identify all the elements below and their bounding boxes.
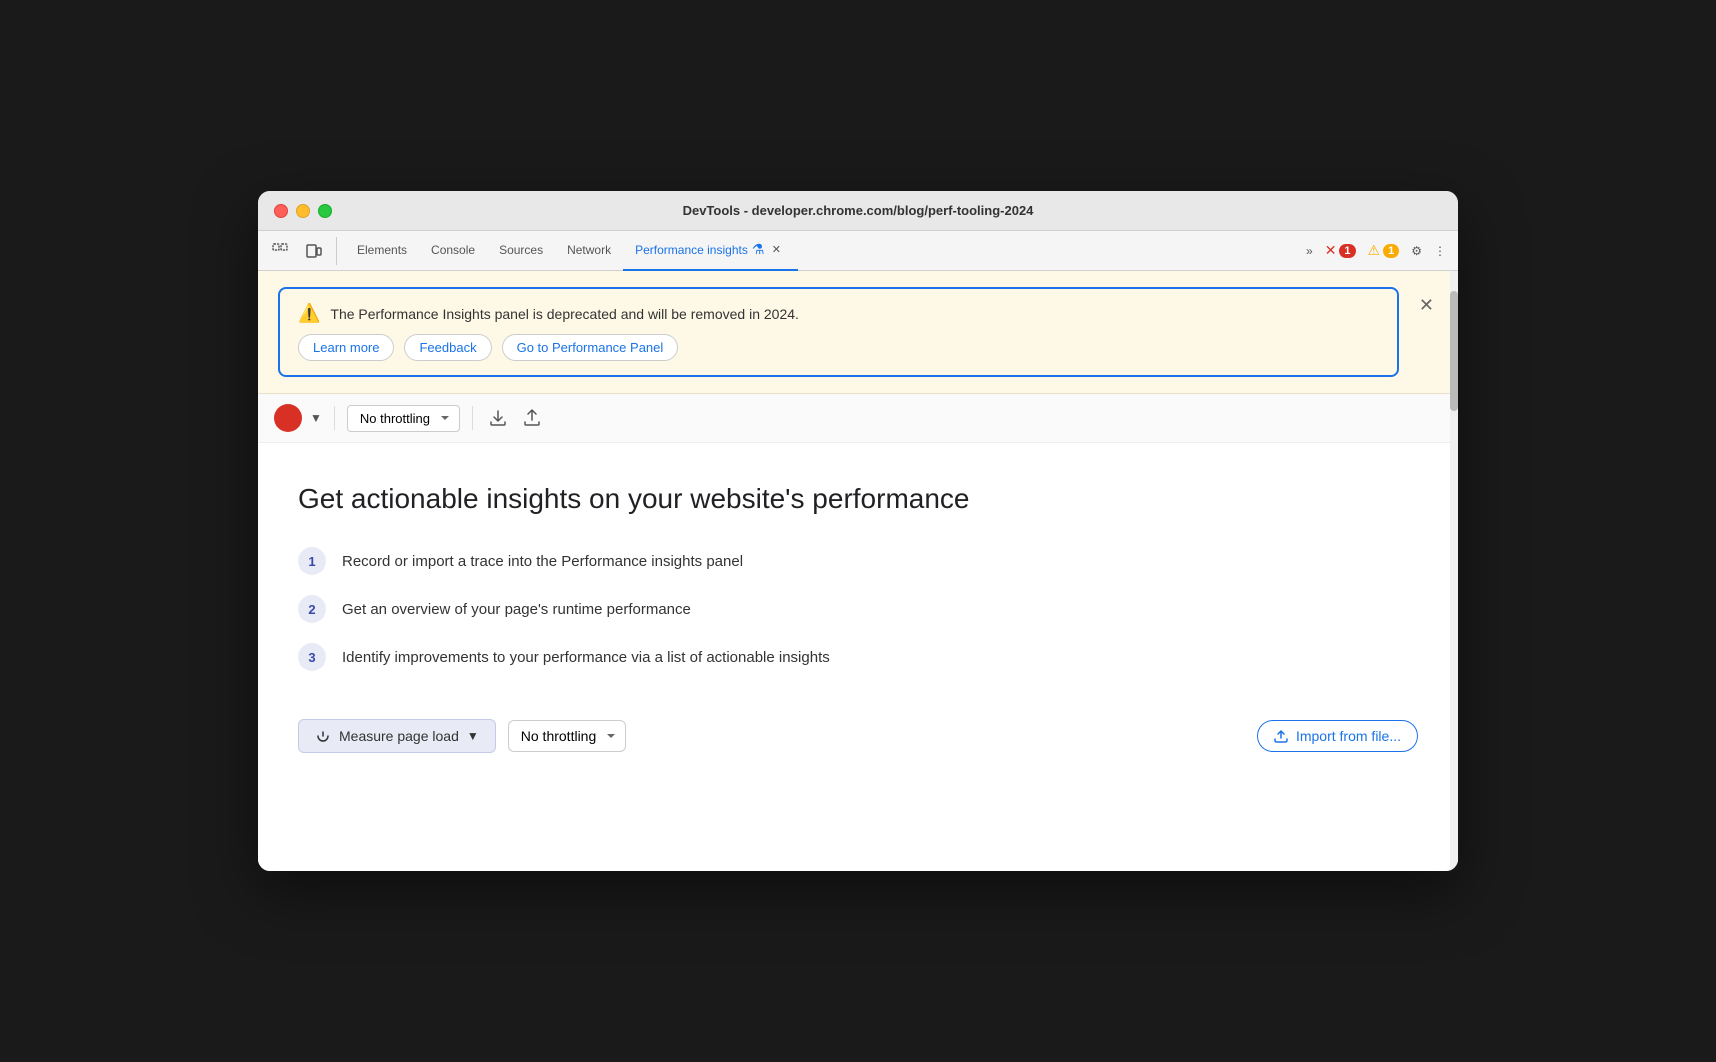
window-title: DevTools - developer.chrome.com/blog/per… xyxy=(683,203,1034,218)
close-tab-icon[interactable]: ✕ xyxy=(766,240,786,260)
devtools-window: DevTools - developer.chrome.com/blog/per… xyxy=(258,191,1458,871)
tab-network[interactable]: Network xyxy=(555,231,623,271)
measure-page-load-button[interactable]: Measure page load ▼ xyxy=(298,719,496,753)
main-content: Get actionable insights on your website'… xyxy=(258,443,1458,871)
more-options-icon[interactable]: ⋮ xyxy=(1430,237,1450,265)
devtools-content: ⚠️ The Performance Insights panel is dep… xyxy=(258,271,1458,871)
import-from-file-button[interactable]: Import from file... xyxy=(1257,720,1418,752)
traffic-lights xyxy=(274,204,332,218)
step-text-2: Get an overview of your page's runtime p… xyxy=(342,601,691,618)
main-heading: Get actionable insights on your website'… xyxy=(298,483,1418,515)
banner-close-button[interactable]: ✕ xyxy=(1415,291,1438,320)
toolbar-divider-2 xyxy=(472,406,473,430)
warning-badge-button[interactable]: ⚠ 1 xyxy=(1364,237,1404,265)
measure-chevron-icon: ▼ xyxy=(467,729,479,743)
toolbar: ▼ No throttling Slow 3G Fast 3G xyxy=(258,394,1458,443)
step-number-2: 2 xyxy=(298,595,326,623)
tab-console[interactable]: Console xyxy=(419,231,487,271)
devtools-tabbar: Elements Console Sources Network Perform… xyxy=(258,231,1458,271)
learn-more-button[interactable]: Learn more xyxy=(298,334,394,361)
error-count: 1 xyxy=(1339,244,1355,258)
step-item-3: 3 Identify improvements to your performa… xyxy=(298,643,1418,671)
tab-elements[interactable]: Elements xyxy=(345,231,419,271)
record-button[interactable] xyxy=(274,404,302,432)
bottom-controls: Measure page load ▼ No throttling Slow 3… xyxy=(298,719,1418,753)
step-number-3: 3 xyxy=(298,643,326,671)
tab-actions: » ✕ 1 ⚠ 1 ⚙ ⋮ xyxy=(1302,237,1450,265)
banner-inner: ⚠️ The Performance Insights panel is dep… xyxy=(278,287,1399,377)
banner-text: The Performance Insights panel is deprec… xyxy=(330,306,799,322)
toolbar-divider xyxy=(334,406,335,430)
minimize-traffic-light[interactable] xyxy=(296,204,310,218)
error-badge-button[interactable]: ✕ 1 xyxy=(1321,237,1360,265)
throttling-select[interactable]: No throttling Slow 3G Fast 3G xyxy=(347,405,460,432)
bottom-throttling-select[interactable]: No throttling Slow 3G Fast 3G xyxy=(508,720,626,752)
flask-icon: ⚗ xyxy=(752,241,765,258)
warning-count: 1 xyxy=(1383,244,1399,258)
banner-buttons: Learn more Feedback Go to Performance Pa… xyxy=(298,334,1379,361)
maximize-traffic-light[interactable] xyxy=(318,204,332,218)
device-toolbar-icon[interactable] xyxy=(300,237,328,265)
scrollbar[interactable] xyxy=(1450,271,1458,871)
import-label: Import from file... xyxy=(1296,728,1401,744)
deprecation-banner: ⚠️ The Performance Insights panel is dep… xyxy=(258,271,1458,394)
step-number-1: 1 xyxy=(298,547,326,575)
export-button[interactable] xyxy=(485,405,511,431)
feedback-button[interactable]: Feedback xyxy=(404,334,491,361)
step-item-1: 1 Record or import a trace into the Perf… xyxy=(298,547,1418,575)
scrollbar-thumb[interactable] xyxy=(1450,291,1458,411)
go-to-performance-panel-button[interactable]: Go to Performance Panel xyxy=(502,334,679,361)
step-text-1: Record or import a trace into the Perfor… xyxy=(342,553,743,570)
tab-performance-insights[interactable]: Performance insights ⚗ ✕ xyxy=(623,231,798,271)
settings-icon[interactable]: ⚙ xyxy=(1407,237,1426,265)
measure-label: Measure page load xyxy=(339,728,459,744)
more-tabs-button[interactable]: » xyxy=(1302,237,1317,265)
step-item-2: 2 Get an overview of your page's runtime… xyxy=(298,595,1418,623)
tab-sources[interactable]: Sources xyxy=(487,231,555,271)
record-dropdown-button[interactable]: ▼ xyxy=(310,411,322,425)
banner-message: ⚠️ The Performance Insights panel is dep… xyxy=(298,303,1379,324)
step-text-3: Identify improvements to your performanc… xyxy=(342,649,830,666)
warning-triangle-icon: ⚠️ xyxy=(298,303,320,324)
titlebar: DevTools - developer.chrome.com/blog/per… xyxy=(258,191,1458,231)
inspect-element-icon[interactable] xyxy=(266,237,294,265)
tab-icon-group xyxy=(266,237,337,265)
steps-list: 1 Record or import a trace into the Perf… xyxy=(298,547,1418,671)
import-toolbar-button[interactable] xyxy=(519,405,545,431)
close-traffic-light[interactable] xyxy=(274,204,288,218)
